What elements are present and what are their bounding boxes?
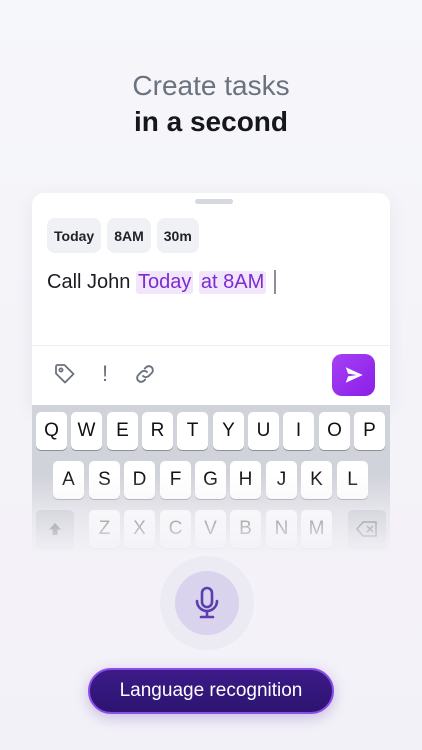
task-input-sheet: Today 8AM 30m Call John Today at 8AM ! [32,193,390,405]
keyboard: Q W E R T Y U I O P A S D F G H J K L Z … [32,405,390,555]
key[interactable]: Y [213,412,244,450]
key[interactable]: E [107,412,138,450]
shift-key[interactable] [36,510,74,548]
key[interactable]: B [230,510,261,548]
backspace-key[interactable] [348,510,386,548]
key[interactable]: S [89,461,120,499]
key[interactable]: V [195,510,226,548]
task-time-highlight: at 8AM [198,270,267,294]
tag-icon[interactable] [51,360,79,388]
task-text: Call John [47,270,131,293]
mic-circle [175,571,239,635]
key[interactable]: K [301,461,332,499]
key[interactable]: R [142,412,173,450]
chip-duration[interactable]: 30m [156,218,199,253]
key[interactable]: H [230,461,261,499]
key[interactable]: A [53,461,84,499]
task-date-highlight: Today [135,270,194,294]
key[interactable]: Q [36,412,67,450]
key[interactable]: J [266,461,297,499]
link-icon[interactable] [131,360,159,388]
voice-input-button[interactable] [160,556,254,650]
quick-chips: Today 8AM 30m [47,218,199,253]
send-icon [345,367,363,383]
chip-time[interactable]: 8AM [107,218,151,253]
chip-date[interactable]: Today [47,218,102,253]
key[interactable]: Z [89,510,120,548]
key[interactable]: G [195,461,226,499]
language-recognition-button[interactable]: Language recognition [88,668,334,714]
priority-icon[interactable]: ! [91,360,119,388]
send-button[interactable] [332,354,375,396]
key[interactable]: D [124,461,155,499]
key[interactable]: I [283,412,314,450]
backspace-icon [356,521,377,537]
toolbar-divider [32,345,390,346]
key[interactable]: F [160,461,191,499]
text-caret [274,270,276,294]
key[interactable]: N [266,510,297,548]
key[interactable]: L [337,461,368,499]
microphone-icon [195,586,219,619]
shift-icon [49,523,61,535]
key[interactable]: T [177,412,208,450]
key[interactable]: M [301,510,332,548]
sheet-grabber[interactable] [195,199,233,204]
headline: Create tasks in a second [0,68,422,140]
headline-line-1: Create tasks [132,70,290,101]
task-input[interactable]: Call John Today at 8AM [47,269,276,295]
key[interactable]: U [248,412,279,450]
key[interactable]: X [124,510,155,548]
key[interactable]: O [319,412,350,450]
headline-line-2: in a second [133,106,289,137]
key[interactable]: C [160,510,191,548]
key[interactable]: W [71,412,102,450]
key[interactable]: P [354,412,385,450]
